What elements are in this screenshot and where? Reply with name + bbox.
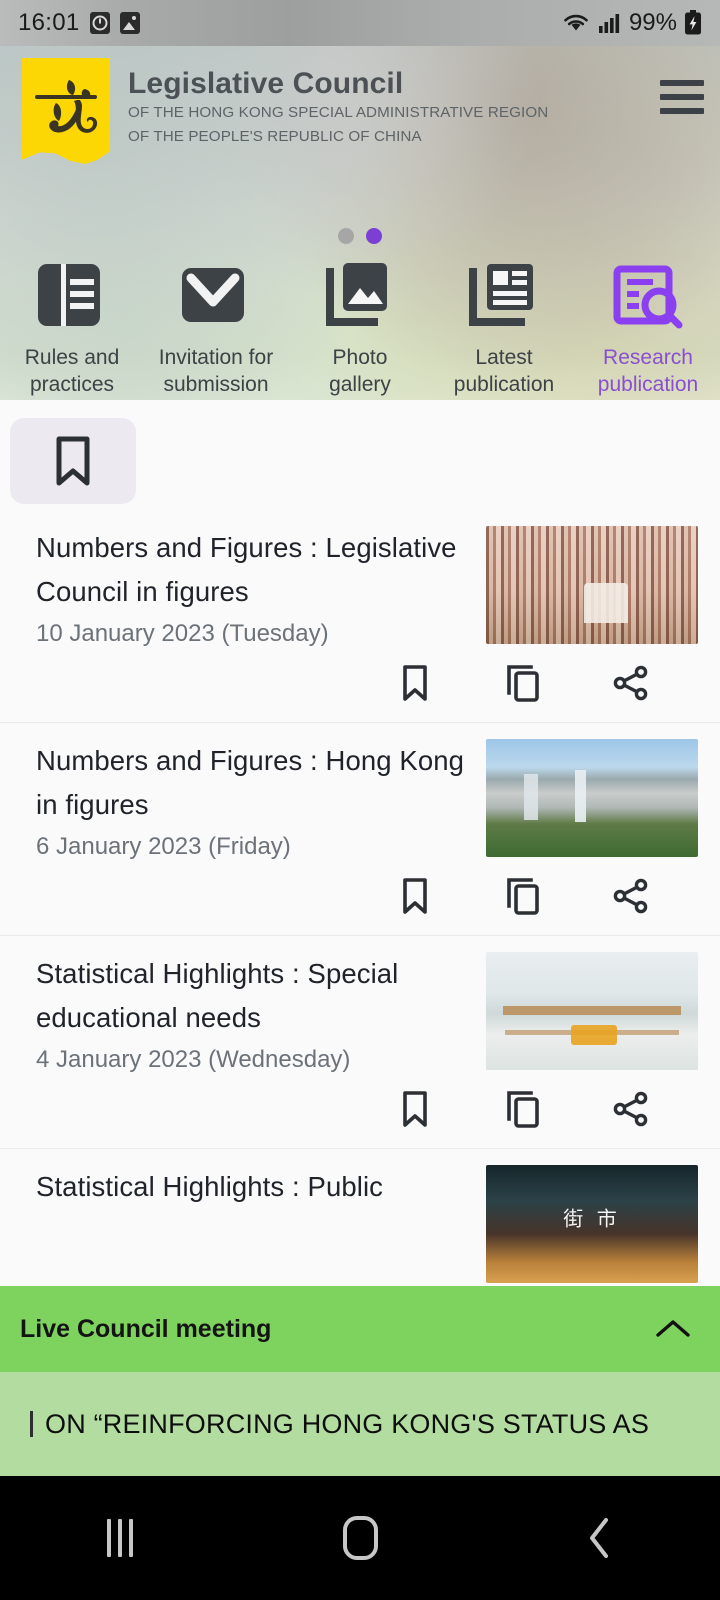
list-item-text: Numbers and Figures : Hong Kong in figur… [36, 739, 486, 865]
copy-icon[interactable] [500, 1086, 546, 1132]
home-glyph [342, 1516, 378, 1560]
status-bar-right: 99% [561, 9, 702, 37]
wifi-icon [561, 11, 591, 35]
icon-nav-row: Rules and practices Invitation for submi… [0, 258, 720, 399]
nav-item-rules-and-practices[interactable]: Rules and practices [0, 258, 144, 399]
newspaper-icon [463, 258, 545, 336]
hamburger-bar [660, 108, 704, 114]
cellular-signal-icon [598, 11, 622, 35]
android-navigation-bar [0, 1476, 720, 1600]
gallery-icon [119, 12, 140, 34]
rules-book-icon [31, 258, 113, 336]
header-subtitle-line-1: OF THE HONG KONG SPECIAL ADMINISTRATIVE … [128, 104, 549, 122]
page-title: Legislative Council [128, 67, 404, 100]
app-header-region: Legislative Council OF THE HONG KONG SPE… [0, 46, 720, 404]
app-header: Legislative Council OF THE HONG KONG SPE… [0, 46, 720, 174]
list-item-body: Numbers and Figures : Legislative Counci… [36, 526, 698, 652]
photo-gallery-icon [319, 258, 401, 336]
list-item[interactable]: Numbers and Figures : Hong Kong in figur… [0, 723, 720, 936]
list-item-date: 10 January 2023 (Tuesday) [36, 620, 329, 647]
list-item-actions [36, 652, 698, 712]
share-icon[interactable] [608, 660, 654, 706]
list-item-date: 4 January 2023 (Wednesday) [36, 1046, 351, 1073]
clock-icon [89, 12, 110, 34]
back-icon[interactable] [480, 1515, 720, 1561]
nav-label: Invitation for submission [158, 346, 274, 397]
logo-emblem [35, 80, 98, 133]
nav-item-latest-publication[interactable]: Latest publication [432, 258, 576, 399]
list-item-thumbnail [486, 526, 698, 644]
status-bar-left: 16:01 [18, 9, 140, 37]
nav-label: Latest publication [453, 346, 555, 397]
bookmark-icon[interactable] [392, 873, 438, 919]
research-document-search-icon [607, 258, 689, 336]
nav-item-research-publication[interactable]: Research publication [576, 258, 720, 399]
list-item[interactable]: Statistical Highlights : Public [0, 1149, 720, 1294]
live-banner-title: Live Council meeting [20, 1314, 272, 1343]
list-item-date: 6 January 2023 (Friday) [36, 833, 291, 860]
list-item-body: Statistical Highlights : Public [36, 1165, 698, 1283]
pager-dots [0, 228, 720, 244]
list-item-thumbnail [486, 952, 698, 1070]
nav-item-photo-gallery[interactable]: Photo gallery [288, 258, 432, 399]
pager-dot-1[interactable] [338, 228, 354, 244]
marquee-text: ON “REINFORCING HONG KONG'S STATUS AS [30, 1409, 649, 1440]
list-filter-bar [0, 400, 720, 510]
battery-percent-label: 99% [628, 9, 677, 36]
hamburger-bar [660, 94, 704, 100]
list-item-title: Statistical Highlights : Special educati… [36, 958, 399, 1033]
bookmark-icon[interactable] [392, 1086, 438, 1132]
list-item-actions [36, 865, 698, 925]
envelope-icon [175, 258, 257, 336]
copy-icon[interactable] [500, 660, 546, 706]
share-icon[interactable] [608, 1086, 654, 1132]
nav-label: Photo gallery [329, 346, 391, 397]
bookmark-filter-icon[interactable] [10, 418, 136, 504]
nav-label: Rules and practices [24, 346, 120, 397]
bookmark-icon[interactable] [392, 660, 438, 706]
nav-item-invitation-for-submission[interactable]: Invitation for submission [144, 258, 288, 399]
live-banner-header[interactable]: Live Council meeting [0, 1286, 720, 1372]
list-item-text: Numbers and Figures : Legislative Counci… [36, 526, 486, 652]
list-item-thumbnail [486, 1165, 698, 1283]
share-icon[interactable] [608, 873, 654, 919]
list-item-body: Statistical Highlights : Special educati… [36, 952, 698, 1078]
nav-label: Research publication [597, 346, 699, 397]
list-item-thumbnail [486, 739, 698, 857]
list-item-text: Statistical Highlights : Special educati… [36, 952, 486, 1078]
back-glyph [590, 1518, 608, 1558]
live-council-meeting-banner: Live Council meeting ON “REINFORCING HON… [0, 1286, 720, 1476]
list-item-actions [36, 1078, 698, 1138]
list-item-text: Statistical Highlights : Public [36, 1165, 486, 1209]
copy-icon[interactable] [500, 873, 546, 919]
recents-icon[interactable] [0, 1519, 240, 1557]
hamburger-menu-icon[interactable] [660, 80, 704, 114]
phone-screen: 16:01 99% Legislative Council OF THE HON… [0, 0, 720, 1600]
legco-logo[interactable] [22, 58, 110, 164]
header-subtitle-line-2: OF THE PEOPLE'S REPUBLIC OF CHINA [128, 127, 422, 145]
list-item-title: Statistical Highlights : Public [36, 1171, 383, 1202]
status-bar-clock: 16:01 [18, 9, 80, 36]
list-item-title: Numbers and Figures : Legislative Counci… [36, 532, 457, 607]
list-item[interactable]: Statistical Highlights : Special educati… [0, 936, 720, 1149]
status-bar: 16:01 99% [0, 0, 720, 46]
header-title-block: Legislative Council OF THE HONG KONG SPE… [128, 58, 548, 147]
list-item-body: Numbers and Figures : Hong Kong in figur… [36, 739, 698, 865]
home-icon[interactable] [240, 1516, 480, 1560]
battery-charging-icon [684, 10, 702, 36]
hamburger-bar [660, 80, 704, 86]
chevron-up-icon[interactable] [654, 1310, 692, 1348]
recents-glyph [107, 1519, 133, 1557]
list-item[interactable]: Numbers and Figures : Legislative Counci… [0, 510, 720, 723]
list-item-title: Numbers and Figures : Hong Kong in figur… [36, 745, 465, 820]
marquee-caret [30, 1410, 33, 1437]
live-banner-marquee: ON “REINFORCING HONG KONG'S STATUS AS [0, 1372, 720, 1476]
pager-dot-2[interactable] [366, 228, 382, 244]
